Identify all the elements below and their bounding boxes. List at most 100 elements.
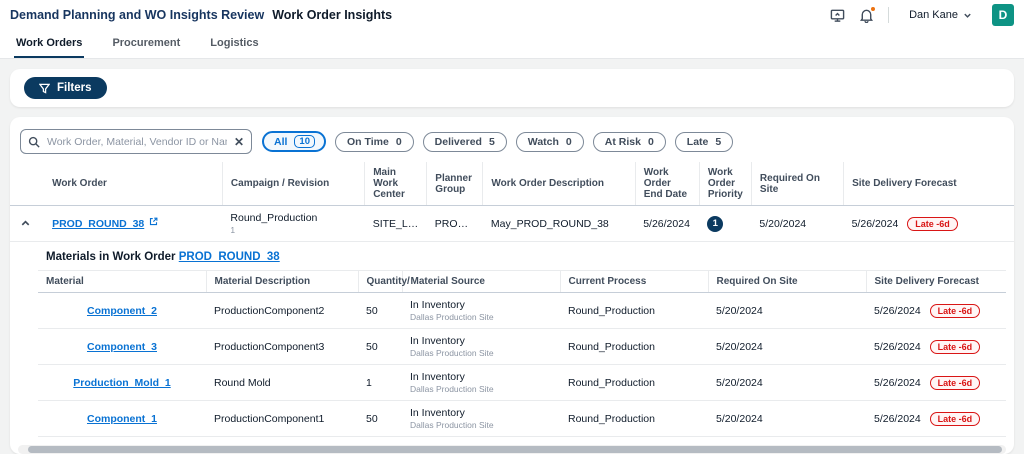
material-link[interactable]: Component_2 <box>87 305 157 317</box>
material-required-on-site-value: 5/20/2024 <box>708 292 866 329</box>
clear-search-icon[interactable]: ✕ <box>234 136 244 148</box>
chip-late-count: 5 <box>715 135 722 148</box>
material-forecast-date: 5/26/2024 <box>874 304 921 317</box>
expander-column-header <box>10 162 45 206</box>
priority-badge: 1 <box>707 215 724 232</box>
material-source-value: In Inventory <box>410 335 465 347</box>
search-box[interactable]: ✕ <box>20 129 252 154</box>
chip-on-time[interactable]: On Time 0 <box>335 131 414 152</box>
material-link[interactable]: Component_1 <box>87 413 157 425</box>
work-order-link[interactable]: PROD_ROUND_38 <box>52 218 144 230</box>
work-order-row: PROD_ROUND_38 Round_Production 1 SITE_LE… <box>10 205 1014 242</box>
tab-procurement[interactable]: Procurement <box>110 30 182 58</box>
material-source-site: Dallas Production Site <box>410 348 494 358</box>
external-link-icon <box>150 217 158 226</box>
col-required-on-site: Required On Site <box>751 162 845 206</box>
horizontal-scrollbar[interactable] <box>28 446 1002 453</box>
chip-late-label: Late <box>686 135 709 148</box>
material-description-value: ProductionComponent2 <box>206 292 358 329</box>
col-material-source: Material Source <box>402 270 561 293</box>
materials-table-header: Material Material Description Quantity/ … <box>38 270 1006 293</box>
chip-late[interactable]: Late 5 <box>674 131 734 152</box>
material-link[interactable]: Production_Mold_1 <box>73 377 170 389</box>
chip-delivered-label: Delivered <box>434 135 482 148</box>
work-order-table: Work Order Campaign / Revision Main Work… <box>10 162 1014 242</box>
current-process-value: Round_Production <box>560 328 708 365</box>
chip-delivered-count: 5 <box>488 135 495 148</box>
primary-tabs: Work Orders Procurement Logistics <box>0 30 1024 59</box>
material-source-value: In Inventory <box>410 371 465 383</box>
current-process-value: Round_Production <box>560 364 708 401</box>
chip-delivered[interactable]: Delivered 5 <box>422 131 507 152</box>
material-row: Component_1 ProductionComponent1 50 In I… <box>38 400 1006 437</box>
user-name: Dan Kane <box>909 9 958 21</box>
col-campaign-revision: Campaign / Revision <box>222 162 366 206</box>
share-icon[interactable] <box>830 8 845 23</box>
material-forecast-date: 5/26/2024 <box>874 412 921 425</box>
chip-at-risk-label: At Risk <box>604 135 641 148</box>
col-work-order: Work Order <box>44 162 223 206</box>
material-description-value: Round Mold <box>206 364 358 401</box>
chip-on-time-count: 0 <box>395 135 402 148</box>
col-material-required-on-site: Required On Site <box>708 270 867 293</box>
required-on-site-value: 5/20/2024 <box>751 205 844 242</box>
filters-button[interactable]: Filters <box>24 77 107 99</box>
quantity-value: 50 <box>358 400 402 437</box>
material-source-site: Dallas Production Site <box>410 420 494 430</box>
late-status-badge: Late -6d <box>929 375 981 390</box>
quantity-value: 1 <box>358 364 402 401</box>
current-process-value: Round_Production <box>560 400 708 437</box>
work-order-end-date-value: 5/26/2024 <box>635 205 700 242</box>
material-forecast-date: 5/26/2024 <box>874 340 921 353</box>
planner-group-value: PROD_PL... <box>426 205 483 242</box>
materials-title-prefix: Materials in Work Order <box>46 251 176 263</box>
material-source-site: Dallas Production Site <box>410 384 494 394</box>
material-link[interactable]: Component_3 <box>87 341 157 353</box>
notification-dot <box>870 5 877 12</box>
col-main-work-center: Main Work Center <box>364 162 428 206</box>
materials-table: Material Material Description Quantity/ … <box>38 270 1006 437</box>
col-planner-group: Planner Group <box>426 162 484 206</box>
quantity-value: 50 <box>358 328 402 365</box>
materials-table-container: Material Material Description Quantity/ … <box>38 270 1006 437</box>
chip-on-time-label: On Time <box>347 135 389 148</box>
materials-work-order-link[interactable]: PROD_ROUND_38 <box>179 251 280 263</box>
filters-panel: Filters <box>10 69 1014 107</box>
chip-watch-label: Watch <box>527 135 559 148</box>
work-orders-panel: ✕ All 10 On Time 0 Delivered 5 Watch 0 A… <box>10 117 1014 454</box>
col-current-process: Current Process <box>560 270 709 293</box>
chip-at-risk[interactable]: At Risk 0 <box>592 131 666 152</box>
chip-at-risk-count: 0 <box>647 135 654 148</box>
top-bar: Demand Planning and WO Insights Review W… <box>0 0 1024 30</box>
chip-watch-count: 0 <box>565 135 572 148</box>
tab-work-orders[interactable]: Work Orders <box>14 30 85 58</box>
material-description-value: ProductionComponent3 <box>206 328 358 365</box>
forecast-date-value: 5/26/2024 <box>851 217 899 230</box>
col-material-description: Material Description <box>206 270 359 293</box>
col-work-order-end-date: Work Order End Date <box>635 162 700 206</box>
avatar[interactable]: D <box>992 4 1014 26</box>
search-input[interactable] <box>45 134 229 149</box>
chip-watch[interactable]: Watch 0 <box>515 131 584 152</box>
chip-all[interactable]: All 10 <box>262 131 326 152</box>
chip-all-label: All <box>274 135 288 148</box>
late-status-badge: Late -6d <box>929 339 981 354</box>
col-site-delivery-forecast: Site Delivery Forecast <box>843 162 1014 206</box>
filter-funnel-icon <box>39 83 50 94</box>
material-required-on-site-value: 5/20/2024 <box>708 400 866 437</box>
app-title: Demand Planning and WO Insights Review <box>10 8 265 22</box>
material-source-site: Dallas Production Site <box>410 312 494 322</box>
material-source-value: In Inventory <box>410 407 465 419</box>
late-status-badge: Late -6d <box>929 303 981 318</box>
user-menu-button[interactable]: Dan Kane <box>903 8 978 22</box>
material-description-value: ProductionComponent1 <box>206 400 358 437</box>
work-order-table-header: Work Order Campaign / Revision Main Work… <box>10 162 1014 206</box>
work-order-description-value: May_PROD_ROUND_38 <box>482 205 636 242</box>
topbar-actions: Dan Kane D <box>830 4 1014 26</box>
collapse-row-chevron-up-icon[interactable] <box>18 216 33 231</box>
tab-logistics[interactable]: Logistics <box>208 30 260 58</box>
search-and-filter-row: ✕ All 10 On Time 0 Delivered 5 Watch 0 A… <box>10 119 1014 162</box>
notifications-bell-icon[interactable] <box>859 5 877 23</box>
material-row: Component_3 ProductionComponent3 50 In I… <box>38 328 1006 365</box>
col-work-order-description: Work Order Description <box>482 162 636 206</box>
